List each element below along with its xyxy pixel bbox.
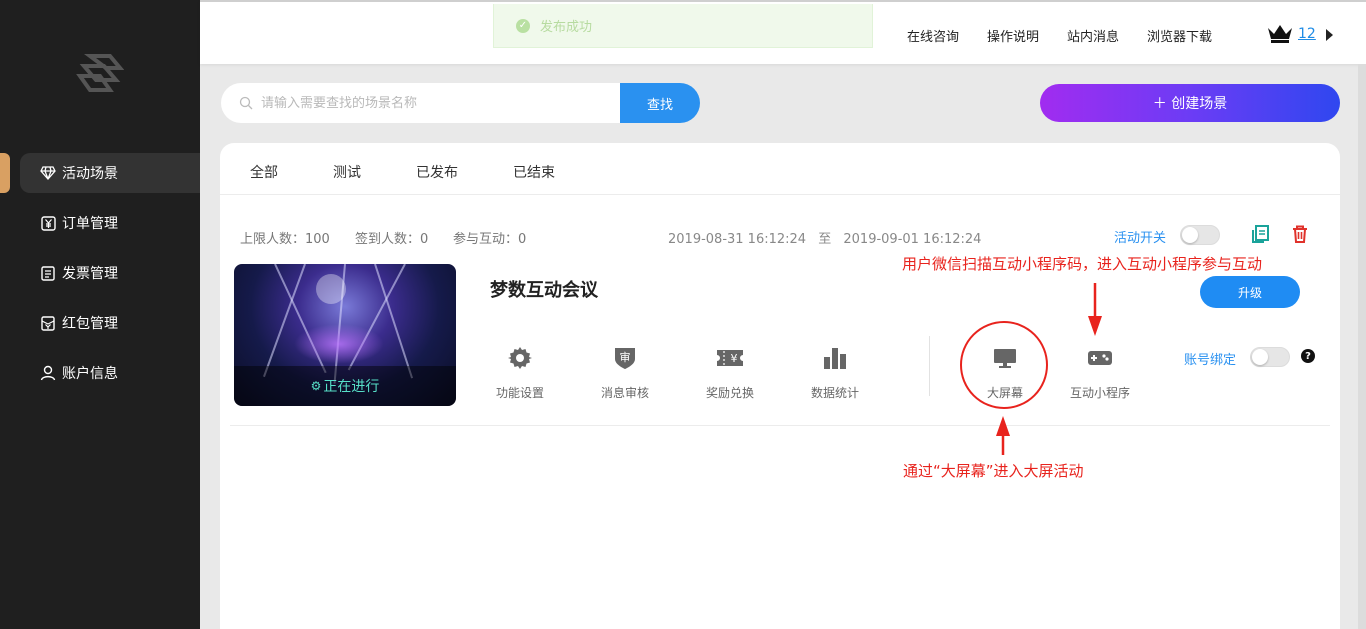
- bar-chart-icon: [821, 344, 849, 372]
- date-separator: 至: [818, 232, 832, 247]
- tab-ended[interactable]: 已结束: [513, 162, 555, 182]
- sidebar-item-invoices[interactable]: 发票管理: [20, 253, 200, 293]
- message-review-button[interactable]: 审 消息审核: [590, 344, 660, 401]
- function-label: 奖励兑换: [705, 386, 754, 400]
- signed-count: 签到人数：0: [355, 232, 429, 247]
- search-box: [221, 83, 621, 123]
- delete-icon[interactable]: [1290, 224, 1310, 244]
- tab-test[interactable]: 测试: [333, 162, 361, 182]
- gamepad-icon: [1086, 344, 1114, 372]
- scene-thumbnail[interactable]: ⚙ 正在进行: [234, 264, 456, 406]
- status-caption: ⚙ 正在进行: [234, 366, 456, 406]
- success-toast: ✓ 发布成功: [493, 4, 873, 48]
- user-icon: [40, 365, 56, 381]
- function-label: 数据统计: [810, 386, 859, 400]
- vertical-scrollbar[interactable]: [1358, 64, 1366, 629]
- activity-toggle[interactable]: [1180, 225, 1220, 245]
- vip-level-link[interactable]: 12: [1298, 26, 1316, 42]
- start-time: 2019-08-31 16:12:24: [668, 232, 807, 247]
- gears-icon: ⚙: [310, 379, 322, 393]
- activity-switch-label: 活动开关: [1114, 231, 1167, 246]
- account-bind-label: 账号绑定: [1184, 353, 1237, 368]
- mini-program-button[interactable]: 互动小程序: [1065, 344, 1135, 401]
- help-icon[interactable]: ?: [1301, 349, 1315, 363]
- sidebar-item-orders[interactable]: 订单管理: [20, 203, 200, 243]
- limit-count: 上限人数：100: [240, 232, 330, 247]
- link-site-messages[interactable]: 站内消息: [1067, 26, 1119, 45]
- logo-icon: [76, 54, 124, 92]
- row-divider: [230, 425, 1330, 426]
- link-online-consult[interactable]: 在线咨询: [907, 26, 959, 45]
- search-icon: [239, 96, 253, 110]
- crown-icon[interactable]: [1266, 22, 1294, 44]
- sidebar-item-label: 账户信息: [62, 366, 118, 382]
- invoice-icon: [40, 265, 56, 281]
- link-browser-download[interactable]: 浏览器下载: [1147, 26, 1212, 45]
- annotation-mini-program: 用户微信扫描互动小程序码，进入互动小程序参与互动: [902, 255, 1263, 273]
- sidebar-item-red-packets[interactable]: 红包管理: [20, 303, 200, 343]
- search-input[interactable]: [261, 95, 601, 111]
- copy-icon[interactable]: [1250, 224, 1270, 244]
- sidebar-item-scenes[interactable]: 活动场景: [20, 153, 200, 193]
- sidebar-item-label: 活动场景: [62, 166, 118, 182]
- create-scene-button[interactable]: ＋ 创建场景: [1040, 84, 1340, 122]
- scene-title: 梦数互动会议: [490, 280, 598, 301]
- end-time: 2019-09-01 16:12:24: [843, 232, 982, 247]
- link-instructions[interactable]: 操作说明: [987, 26, 1039, 45]
- function-settings-button[interactable]: 功能设置: [485, 344, 555, 401]
- function-label: 互动小程序: [1069, 386, 1130, 400]
- function-label: 功能设置: [495, 386, 544, 400]
- stage-glow: [294, 324, 384, 364]
- tab-published[interactable]: 已发布: [416, 162, 458, 182]
- ticket-icon: ¥: [716, 344, 744, 372]
- upgrade-button[interactable]: 升级: [1200, 276, 1300, 308]
- sidebar-item-label: 发票管理: [62, 266, 118, 282]
- scene-list-card: 全部 测试 已发布 已结束 上限人数：100 签到人数：0 参与互动：0 201…: [220, 143, 1340, 629]
- red-packet-icon: [40, 315, 56, 331]
- shield-icon: 审: [611, 344, 639, 372]
- sidebar-item-label: 红包管理: [62, 316, 118, 332]
- sidebar-item-account[interactable]: 账户信息: [20, 353, 200, 393]
- annotation-big-screen: 通过“大屏幕”进入大屏活动: [903, 462, 1084, 480]
- sidebar-item-label: 订单管理: [62, 216, 118, 232]
- diamond-icon: [40, 165, 56, 181]
- sidebar: 活动场景 订单管理 发票管理 红包管理 账户信息: [0, 0, 200, 629]
- gear-icon: [506, 344, 534, 372]
- nav-active-marker: [0, 153, 10, 193]
- yen-icon: [40, 215, 56, 231]
- status-label: 正在进行: [323, 379, 380, 395]
- toast-message: 发布成功: [540, 20, 593, 35]
- annotation-circle: [960, 321, 1048, 409]
- participated-count: 参与互动：0: [453, 232, 527, 247]
- caret-right-icon[interactable]: [1326, 29, 1333, 41]
- reward-exchange-button[interactable]: ¥ 奖励兑换: [695, 344, 765, 401]
- search-button[interactable]: 查找: [620, 83, 700, 123]
- stage-orb: [316, 274, 346, 304]
- svg-text:审: 审: [620, 350, 631, 364]
- data-statistics-button[interactable]: 数据统计: [800, 344, 870, 401]
- account-bind-toggle[interactable]: [1250, 347, 1290, 367]
- function-label: 消息审核: [600, 386, 649, 400]
- tab-all[interactable]: 全部: [250, 162, 278, 182]
- check-circle-icon: ✓: [516, 18, 530, 33]
- filter-tabs: 全部 测试 已发布 已结束: [220, 143, 1340, 195]
- svg-text:¥: ¥: [731, 352, 738, 365]
- date-range: 2019-08-31 16:12:24 至 2019-09-01 16:12:2…: [668, 228, 981, 247]
- top-bar: ✓ 发布成功 在线咨询 操作说明 站内消息 浏览器下载 12: [200, 0, 1366, 64]
- function-divider: [929, 336, 930, 396]
